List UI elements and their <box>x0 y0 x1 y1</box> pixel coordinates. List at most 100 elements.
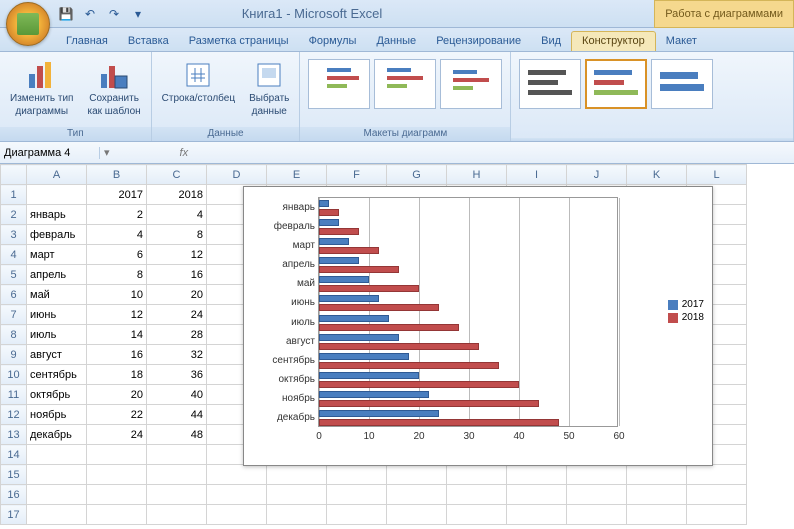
row-header[interactable]: 13 <box>1 425 27 445</box>
cell[interactable] <box>87 445 147 465</box>
chart-bar[interactable] <box>319 257 359 264</box>
row-header[interactable]: 16 <box>1 485 27 505</box>
cell[interactable] <box>627 465 687 485</box>
cell[interactable] <box>447 485 507 505</box>
layout-thumb[interactable] <box>308 59 370 109</box>
cell[interactable]: 24 <box>87 425 147 445</box>
chart-bar[interactable] <box>319 266 399 273</box>
chart-bar[interactable] <box>319 219 339 226</box>
cell[interactable]: декабрь <box>27 425 87 445</box>
cell[interactable] <box>327 485 387 505</box>
cell[interactable]: январь <box>27 205 87 225</box>
cell[interactable] <box>507 505 567 525</box>
cell[interactable] <box>87 505 147 525</box>
cell[interactable]: апрель <box>27 265 87 285</box>
tab-конструктор[interactable]: Конструктор <box>571 31 656 51</box>
cell[interactable]: октябрь <box>27 385 87 405</box>
tab-разметка страницы[interactable]: Разметка страницы <box>179 32 299 51</box>
cell[interactable] <box>27 485 87 505</box>
tab-рецензирование[interactable]: Рецензирование <box>426 32 531 51</box>
cell[interactable] <box>567 465 627 485</box>
chart-bar[interactable] <box>319 400 539 407</box>
cell[interactable] <box>207 505 267 525</box>
col-header[interactable]: K <box>627 165 687 185</box>
save-template-button[interactable]: Сохранить как шаблон <box>83 57 144 119</box>
chart-bar[interactable] <box>319 391 429 398</box>
chart-bar[interactable] <box>319 372 419 379</box>
cell[interactable] <box>267 465 327 485</box>
cell[interactable] <box>147 505 207 525</box>
cell[interactable]: 24 <box>147 305 207 325</box>
col-header[interactable]: I <box>507 165 567 185</box>
cell[interactable]: ноябрь <box>27 405 87 425</box>
cell[interactable]: 16 <box>87 345 147 365</box>
cell[interactable]: 4 <box>147 205 207 225</box>
cell[interactable]: 14 <box>87 325 147 345</box>
cell[interactable]: 2 <box>87 205 147 225</box>
cell[interactable] <box>147 465 207 485</box>
cell[interactable] <box>447 465 507 485</box>
cell[interactable]: 6 <box>87 245 147 265</box>
select-all-cell[interactable] <box>1 165 27 185</box>
chart-bar[interactable] <box>319 381 519 388</box>
tab-макет[interactable]: Макет <box>656 32 707 51</box>
row-header[interactable]: 5 <box>1 265 27 285</box>
cell[interactable]: сентябрь <box>27 365 87 385</box>
cell[interactable] <box>267 505 327 525</box>
chart-bar[interactable] <box>319 353 409 360</box>
cell[interactable]: 44 <box>147 405 207 425</box>
cell[interactable]: март <box>27 245 87 265</box>
row-header[interactable]: 2 <box>1 205 27 225</box>
col-header[interactable]: H <box>447 165 507 185</box>
cell[interactable] <box>687 465 747 485</box>
office-button[interactable] <box>6 2 50 46</box>
cell[interactable] <box>687 485 747 505</box>
chart-bar[interactable] <box>319 419 559 426</box>
chart-bar[interactable] <box>319 304 439 311</box>
cell[interactable]: июль <box>27 325 87 345</box>
cell[interactable] <box>387 465 447 485</box>
cell[interactable]: 22 <box>87 405 147 425</box>
row-header[interactable]: 8 <box>1 325 27 345</box>
tab-формулы[interactable]: Формулы <box>299 32 367 51</box>
chart-bar[interactable] <box>319 238 349 245</box>
chart-bar[interactable] <box>319 228 359 235</box>
cell[interactable]: февраль <box>27 225 87 245</box>
cell[interactable]: 48 <box>147 425 207 445</box>
row-header[interactable]: 11 <box>1 385 27 405</box>
row-header[interactable]: 3 <box>1 225 27 245</box>
cell[interactable]: 28 <box>147 325 207 345</box>
chart-bar[interactable] <box>319 276 369 283</box>
cell[interactable]: 2018 <box>147 185 207 205</box>
chart-legend[interactable]: 2017 2018 <box>668 297 704 325</box>
col-header[interactable]: B <box>87 165 147 185</box>
chart-bar[interactable] <box>319 315 389 322</box>
cell[interactable] <box>387 505 447 525</box>
tab-главная[interactable]: Главная <box>56 32 118 51</box>
cell[interactable] <box>27 185 87 205</box>
cell[interactable]: 20 <box>87 385 147 405</box>
cell[interactable]: 20 <box>147 285 207 305</box>
cell[interactable] <box>207 465 267 485</box>
cell[interactable] <box>567 505 627 525</box>
cell[interactable]: май <box>27 285 87 305</box>
cell[interactable] <box>327 505 387 525</box>
cell[interactable]: август <box>27 345 87 365</box>
cell[interactable]: 12 <box>147 245 207 265</box>
cell[interactable] <box>147 485 207 505</box>
cell[interactable]: 4 <box>87 225 147 245</box>
row-header[interactable]: 17 <box>1 505 27 525</box>
name-box[interactable]: Диаграмма 4 <box>0 147 100 159</box>
col-header[interactable]: E <box>267 165 327 185</box>
cell[interactable] <box>147 445 207 465</box>
row-header[interactable]: 4 <box>1 245 27 265</box>
col-header[interactable]: A <box>27 165 87 185</box>
chart-bar[interactable] <box>319 200 329 207</box>
col-header[interactable]: F <box>327 165 387 185</box>
tab-данные[interactable]: Данные <box>366 32 426 51</box>
style-thumb[interactable] <box>651 59 713 109</box>
cell[interactable] <box>567 485 627 505</box>
cell[interactable]: 8 <box>147 225 207 245</box>
row-header[interactable]: 6 <box>1 285 27 305</box>
switch-row-col-button[interactable]: Строка/столбец <box>158 57 239 106</box>
